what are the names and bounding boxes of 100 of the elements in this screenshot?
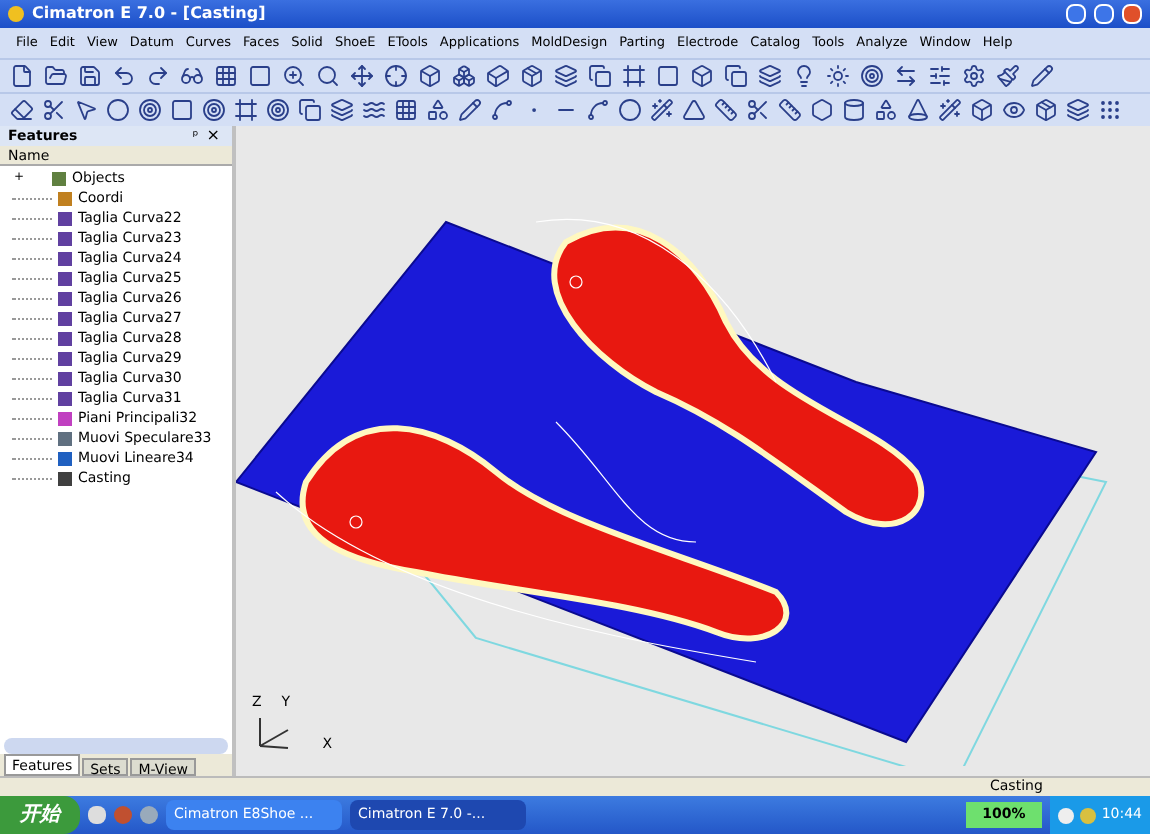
toolbar-icon: [146, 64, 170, 88]
toolbar-button[interactable]: [488, 96, 516, 124]
toolbar-icon: [394, 98, 418, 122]
toolbar-icon: [202, 98, 226, 122]
toolbar-button[interactable]: [8, 62, 36, 90]
toolbar-icon: [588, 64, 612, 88]
toolbar-button[interactable]: [936, 96, 964, 124]
toolbar-button[interactable]: [450, 62, 478, 90]
toolbar-button[interactable]: [552, 62, 580, 90]
toolbar-button[interactable]: [416, 62, 444, 90]
toolbar-icon: [746, 98, 770, 122]
toolbar-button[interactable]: [246, 62, 274, 90]
toolbar-icon: [586, 98, 610, 122]
toolbar-button[interactable]: [42, 62, 70, 90]
toolbar-button[interactable]: [424, 96, 452, 124]
toolbar-button[interactable]: [776, 96, 804, 124]
toolbar-icon: [138, 98, 162, 122]
toolbar-button[interactable]: [296, 96, 324, 124]
toolbar-button[interactable]: [144, 62, 172, 90]
toolbar-button[interactable]: [382, 62, 410, 90]
toolbar-icon: [362, 98, 386, 122]
toolbar-icon: [906, 98, 930, 122]
toolbar-icon: [996, 64, 1020, 88]
toolbar-button[interactable]: [960, 62, 988, 90]
toolbar-button[interactable]: [688, 62, 716, 90]
toolbar-icon: [860, 64, 884, 88]
toolbar-button[interactable]: [280, 62, 308, 90]
toolbar-button[interactable]: [110, 62, 138, 90]
toolbar-button[interactable]: [328, 96, 356, 124]
toolbar-button[interactable]: [1032, 96, 1060, 124]
toolbar-icon: [842, 98, 866, 122]
toolbar-button[interactable]: [904, 96, 932, 124]
toolbar-button[interactable]: [392, 96, 420, 124]
toolbar-button[interactable]: [76, 62, 104, 90]
toolbar-button[interactable]: [200, 96, 228, 124]
toolbar-button[interactable]: [348, 62, 376, 90]
toolbar-icon: [486, 64, 510, 88]
toolbar-button[interactable]: [1096, 96, 1124, 124]
toolbar-button[interactable]: [840, 96, 868, 124]
toolbar-icon: [1066, 98, 1090, 122]
toolbar-button[interactable]: [484, 62, 512, 90]
window-title: Cimatron E 7.0 - [Casting]: [32, 2, 266, 26]
toolbar-icon: [656, 64, 680, 88]
close-icon[interactable]: [1122, 4, 1142, 24]
toolbar-button[interactable]: [722, 62, 750, 90]
toolbar-button[interactable]: [72, 96, 100, 124]
toolbar-button[interactable]: [744, 96, 772, 124]
toolbar-button[interactable]: [654, 62, 682, 90]
toolbar-button[interactable]: [616, 96, 644, 124]
toolbar-icon: [724, 64, 748, 88]
toolbar-icon: [554, 64, 578, 88]
toolbar-icon: [682, 98, 706, 122]
toolbar-icon: [248, 64, 272, 88]
close-button[interactable]: ×: [202, 124, 224, 148]
toolbar-button[interactable]: [1028, 62, 1056, 90]
toolbar-button[interactable]: [858, 62, 886, 90]
minimize-icon[interactable]: [1066, 4, 1086, 24]
toolbar-button[interactable]: [892, 62, 920, 90]
toolbar-icon: [426, 98, 450, 122]
toolbar-button[interactable]: [168, 96, 196, 124]
toolbar-button[interactable]: [136, 96, 164, 124]
toolbar-button[interactable]: [680, 96, 708, 124]
maximize-icon[interactable]: [1094, 4, 1114, 24]
toolbar-button[interactable]: [212, 62, 240, 90]
toolbar-button[interactable]: [824, 62, 852, 90]
toolbar-icon: [10, 98, 34, 122]
toolbar-button[interactable]: [808, 96, 836, 124]
toolbar-icon: [826, 64, 850, 88]
toolbar-button[interactable]: [40, 96, 68, 124]
toolbar-button[interactable]: [104, 96, 132, 124]
toolbar-button[interactable]: [620, 62, 648, 90]
app-icon: [8, 6, 24, 22]
toolbar-icon: [1030, 64, 1054, 88]
toolbar-button[interactable]: [360, 96, 388, 124]
toolbar-button[interactable]: [586, 62, 614, 90]
toolbar-button[interactable]: [968, 96, 996, 124]
toolbar-icon: [650, 98, 674, 122]
horizontal-scrollbar[interactable]: [4, 738, 228, 754]
toolbar-button[interactable]: [712, 96, 740, 124]
toolbar-button[interactable]: [314, 62, 342, 90]
toolbar-button[interactable]: [1064, 96, 1092, 124]
toolbar-button[interactable]: [756, 62, 784, 90]
toolbar-button[interactable]: [872, 96, 900, 124]
toolbar-button[interactable]: [1000, 96, 1028, 124]
toolbar-button[interactable]: [584, 96, 612, 124]
toolbar-button[interactable]: [178, 62, 206, 90]
toolbar-button[interactable]: [518, 62, 546, 90]
toolbar-icon: [170, 98, 194, 122]
toolbar-button[interactable]: [648, 96, 676, 124]
toolbar-button[interactable]: [994, 62, 1022, 90]
toolbar-button[interactable]: [8, 96, 36, 124]
toolbar-button[interactable]: [926, 62, 954, 90]
start-button[interactable]: 开始: [0, 796, 80, 834]
toolbar-button[interactable]: [456, 96, 484, 124]
toolbar-icon: [10, 64, 34, 88]
toolbar-button[interactable]: [264, 96, 292, 124]
toolbar-icon: [234, 98, 258, 122]
toolbar-icon: [350, 64, 374, 88]
toolbar-icon: [330, 98, 354, 122]
toolbar-button[interactable]: [232, 96, 260, 124]
